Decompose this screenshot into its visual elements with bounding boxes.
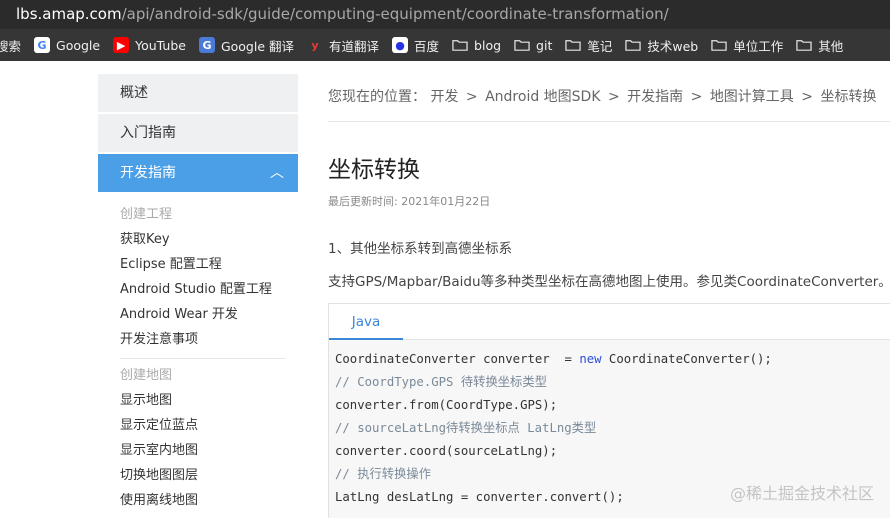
breadcrumb-item-current[interactable]: 坐标转换 [820, 89, 876, 105]
bookmarks-bar: 搜索 G Google ▶ YouTube G Google 翻译 y 有道翻译 ● 百度… [0, 29, 890, 61]
doc-sidebar: 概述 入门指南 开发指南 ︿ 创建工程 获取Key Eclipse 配置工程 A… [98, 74, 298, 518]
folder-icon [514, 40, 530, 51]
breadcrumb-separator: > [607, 89, 620, 105]
breadcrumb-item[interactable]: 开发指南 [627, 89, 683, 105]
code-line: converter.from(CoordType.GPS); [335, 398, 558, 412]
youtube-icon: ▶ [113, 37, 130, 53]
divider [328, 121, 890, 122]
sidebar-link[interactable]: Android Wear 开发 [120, 302, 298, 327]
google-icon: G [34, 37, 51, 53]
section-heading: 1、其他坐标系转到高德坐标系 [328, 241, 513, 257]
bookmark-folder-techweb[interactable]: 技术web [625, 29, 698, 61]
folder-icon [452, 40, 468, 51]
sidebar-category: 创建工程 [120, 207, 173, 222]
bookmark-baidu[interactable]: ● 百度 [392, 29, 439, 61]
sidebar-link[interactable]: 显示地图 [120, 388, 298, 413]
bookmark-youtube[interactable]: ▶ YouTube [113, 29, 186, 61]
address-bar[interactable]: lbs.amap.com/api/android-sdk/guide/compu… [0, 0, 890, 29]
sidebar-link[interactable]: 开发注意事项 [120, 327, 298, 352]
code-line: converter.coord(sourceLatLng); [335, 444, 558, 458]
sidebar-group-create-map: 创建地图 显示地图 显示定位蓝点 显示室内地图 切换地图图层 使用离线地图 [98, 363, 298, 513]
bookmark-folder-other[interactable]: 其他 [796, 29, 843, 61]
code-line: CoordinateConverter converter = new Coor… [335, 352, 772, 366]
tab-java[interactable]: Java [329, 304, 403, 340]
breadcrumb-prefix: 您现在的位置： [328, 89, 426, 105]
chevron-up-icon: ︿ [270, 165, 284, 181]
code-comment: // sourceLatLng待转换坐标点 LatLng类型 [335, 421, 597, 435]
folder-icon [711, 40, 727, 51]
sidebar-item-getting-started[interactable]: 入门指南 [98, 114, 298, 152]
url-path: /api/android-sdk/guide/computing-equipme… [121, 5, 669, 23]
sidebar-link[interactable]: 获取Key [120, 227, 298, 252]
folder-icon [625, 40, 642, 51]
bookmark-google-translate[interactable]: G Google 翻译 [198, 29, 294, 61]
sidebar-item-dev-guide[interactable]: 开发指南 ︿ [98, 154, 298, 192]
sidebar-group-create-project: 创建工程 获取Key Eclipse 配置工程 Android Studio 配… [98, 192, 298, 352]
sidebar-item-overview[interactable]: 概述 [98, 74, 298, 112]
folder-icon [565, 40, 582, 51]
breadcrumb-item[interactable]: 开发 [430, 89, 458, 105]
bookmark-youdao[interactable]: y 有道翻译 [307, 29, 379, 61]
baidu-icon: ● [392, 37, 409, 53]
last-updated: 最后更新时间: 2021年01月22日 [328, 195, 491, 208]
sidebar-link[interactable]: 使用离线地图 [120, 488, 298, 513]
breadcrumb-item[interactable]: 地图计算工具 [710, 89, 794, 105]
sidebar-link[interactable]: 切换地图图层 [120, 463, 298, 488]
sidebar-link[interactable]: Eclipse 配置工程 [120, 252, 298, 277]
page-title: 坐标转换 [328, 157, 420, 183]
code-tabs: Java [329, 304, 890, 340]
breadcrumb-separator: > [690, 89, 703, 105]
breadcrumb-item[interactable]: Android 地图SDK [485, 89, 600, 105]
description-text: 支持GPS/Mapbar/Baidu等多种类型坐标在高德地图上使用。参见类Coo… [328, 274, 890, 290]
sidebar-category: 创建地图 [120, 368, 173, 383]
bookmark-search[interactable]: 搜索 [0, 29, 21, 61]
code-comment: // CoordType.GPS 待转换坐标类型 [335, 375, 547, 389]
breadcrumb-separator: > [465, 89, 478, 105]
folder-icon [796, 40, 812, 51]
sidebar-link[interactable]: Android Studio 配置工程 [120, 277, 298, 302]
google-translate-icon: G [198, 37, 215, 53]
sidebar-link[interactable]: 显示室内地图 [120, 438, 298, 463]
bookmark-google[interactable]: G Google [34, 29, 100, 61]
breadcrumb: 您现在的位置： 开发 > Android 地图SDK > 开发指南 > 地图计算… [328, 86, 876, 106]
sidebar-item-label: 开发指南 [120, 165, 176, 181]
breadcrumb-separator: > [801, 89, 813, 105]
bookmark-folder-git[interactable]: git [514, 29, 552, 61]
youdao-icon: y [311, 38, 319, 52]
bookmark-folder-notes[interactable]: 笔记 [565, 29, 612, 61]
watermark: @稀土掘金技术社区 [729, 484, 874, 503]
url-host: lbs.amap.com [16, 5, 122, 23]
sidebar-divider [120, 358, 286, 359]
sidebar-link[interactable]: 显示定位蓝点 [120, 413, 298, 438]
bookmark-folder-blog[interactable]: blog [452, 29, 501, 61]
bookmark-folder-work[interactable]: 单位工作 [711, 29, 783, 61]
